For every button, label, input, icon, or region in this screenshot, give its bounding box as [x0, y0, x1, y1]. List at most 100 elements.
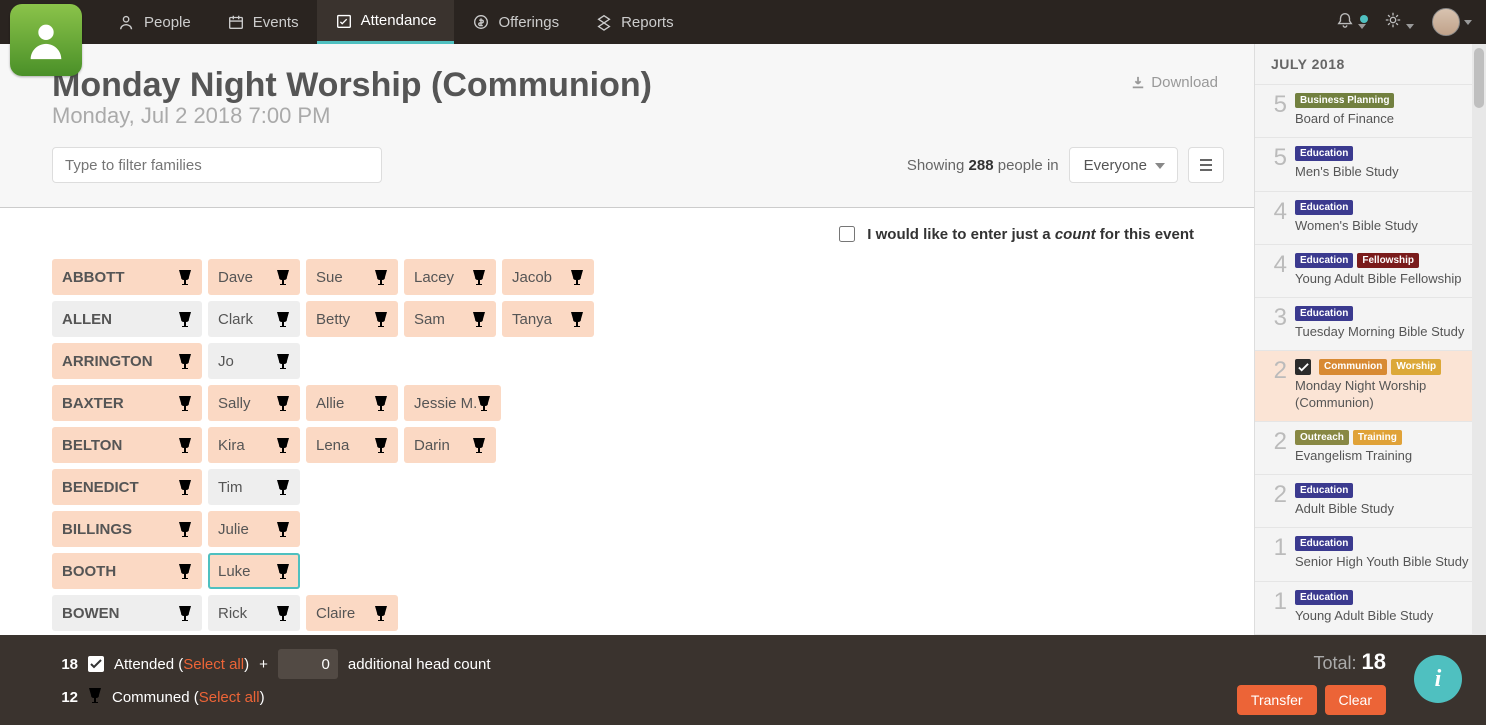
communion-cup-icon[interactable] [374, 437, 388, 453]
person-cell[interactable]: Kira [208, 427, 300, 463]
person-cell[interactable]: Tanya [502, 301, 594, 337]
communion-cup-icon[interactable] [276, 479, 290, 495]
gear-icon[interactable] [1384, 11, 1414, 34]
user-avatar[interactable] [1432, 8, 1472, 36]
family-cell[interactable]: BAXTER [52, 385, 202, 421]
event-title: Monday Night Worship (Communion) [1295, 378, 1476, 411]
person-cell[interactable]: Sally [208, 385, 300, 421]
person-cell[interactable]: Lacey [404, 259, 496, 295]
family-cell[interactable]: BOWEN [52, 595, 202, 631]
download-link[interactable]: Download [1131, 74, 1224, 91]
communion-cup-icon[interactable] [178, 605, 192, 621]
attended-count: 18 [54, 656, 78, 673]
nav-offerings[interactable]: Offerings [454, 0, 577, 44]
info-button[interactable]: i [1414, 655, 1462, 703]
communed-count: 12 [54, 689, 78, 706]
communion-cup-icon[interactable] [178, 395, 192, 411]
communion-cup-icon[interactable] [477, 395, 491, 411]
transfer-button[interactable]: Transfer [1237, 685, 1317, 715]
sidebar-event-item[interactable]: 1EducationSenior High Youth Bible Study [1255, 527, 1486, 580]
person-cell[interactable]: Dave [208, 259, 300, 295]
select-all-attended[interactable]: Select all [183, 656, 244, 673]
communion-cup-icon[interactable] [178, 479, 192, 495]
scope-select[interactable]: Everyone [1069, 147, 1178, 183]
family-cell[interactable]: ABBOTT [52, 259, 202, 295]
sidebar-event-item[interactable]: 4EducationWomen's Bible Study [1255, 191, 1486, 244]
communion-cup-icon[interactable] [374, 269, 388, 285]
sidebar-event-item[interactable]: 2CommunionWorshipMonday Night Worship (C… [1255, 350, 1486, 421]
communion-cup-icon[interactable] [276, 311, 290, 327]
person-cell[interactable]: Jessie M. [404, 385, 501, 421]
sidebar-event-item[interactable]: 5EducationMen's Bible Study [1255, 137, 1486, 190]
communion-cup-icon[interactable] [178, 353, 192, 369]
communion-cup-icon[interactable] [570, 269, 584, 285]
person-cell[interactable]: Lena [306, 427, 398, 463]
filter-families-input[interactable] [52, 147, 382, 183]
count-only-checkbox[interactable] [839, 226, 855, 242]
communion-cup-icon[interactable] [374, 311, 388, 327]
communion-cup-icon[interactable] [178, 437, 192, 453]
person-cell[interactable]: Luke [208, 553, 300, 589]
person-cell[interactable]: Allie [306, 385, 398, 421]
event-day: 2 [1265, 430, 1287, 464]
communion-cup-icon[interactable] [276, 605, 290, 621]
event-day: 2 [1265, 483, 1287, 517]
communion-cup-icon[interactable] [276, 269, 290, 285]
nav-people[interactable]: People [100, 0, 209, 44]
sidebar-event-item[interactable]: 3EducationTuesday Morning Bible Study [1255, 297, 1486, 350]
nav-attendance[interactable]: Attendance [317, 0, 455, 44]
sidebar-event-item[interactable]: 5Business PlanningBoard of Finance [1255, 84, 1486, 137]
person-cell[interactable]: Clark [208, 301, 300, 337]
sidebar-event-item[interactable]: 2EducationAdult Bible Study [1255, 474, 1486, 527]
person-cell[interactable]: Julie [208, 511, 300, 547]
person-cell[interactable]: Sue [306, 259, 398, 295]
notifications-icon[interactable] [1336, 11, 1366, 34]
communion-cup-icon[interactable] [276, 353, 290, 369]
checkmark-icon [1295, 359, 1311, 375]
communion-cup-icon[interactable] [374, 605, 388, 621]
select-all-communed[interactable]: Select all [199, 689, 260, 706]
event-title: Adult Bible Study [1295, 501, 1476, 517]
scrollbar[interactable] [1472, 44, 1486, 725]
communion-cup-icon[interactable] [178, 563, 192, 579]
communion-cup-icon[interactable] [178, 311, 192, 327]
communion-cup-icon[interactable] [276, 521, 290, 537]
family-cell[interactable]: BELTON [52, 427, 202, 463]
communion-cup-icon[interactable] [472, 311, 486, 327]
sidebar-event-item[interactable]: 4EducationFellowshipYoung Adult Bible Fe… [1255, 244, 1486, 297]
communion-cup-icon[interactable] [178, 521, 192, 537]
sidebar-event-item[interactable]: 2OutreachTrainingEvangelism Training [1255, 421, 1486, 474]
event-title: Evangelism Training [1295, 448, 1476, 464]
family-cell[interactable]: ALLEN [52, 301, 202, 337]
person-cell[interactable]: Claire [306, 595, 398, 631]
person-cell[interactable]: Rick [208, 595, 300, 631]
communion-cup-icon[interactable] [276, 437, 290, 453]
family-row: ARRINGTONJo [52, 343, 1224, 379]
app-logo[interactable] [10, 4, 82, 76]
person-cell[interactable]: Tim [208, 469, 300, 505]
head-count-input[interactable] [278, 649, 338, 679]
family-cell[interactable]: BENEDICT [52, 469, 202, 505]
event-day: 3 [1265, 306, 1287, 340]
sidebar-event-item[interactable]: 1EducationYoung Adult Bible Study [1255, 581, 1486, 634]
communion-cup-icon[interactable] [178, 269, 192, 285]
nav-events[interactable]: Events [209, 0, 317, 44]
communion-cup-icon[interactable] [472, 269, 486, 285]
communion-cup-icon[interactable] [472, 437, 486, 453]
person-cell[interactable]: Sam [404, 301, 496, 337]
communion-cup-icon[interactable] [570, 311, 584, 327]
list-options-button[interactable] [1188, 147, 1224, 183]
communion-cup-icon[interactable] [374, 395, 388, 411]
communion-cup-icon[interactable] [276, 395, 290, 411]
clear-button[interactable]: Clear [1325, 685, 1386, 715]
person-cell[interactable]: Jacob [502, 259, 594, 295]
nav-reports[interactable]: Reports [577, 0, 692, 44]
person-cell[interactable]: Jo [208, 343, 300, 379]
person-cell[interactable]: Betty [306, 301, 398, 337]
person-cell[interactable]: Darin [404, 427, 496, 463]
family-cell[interactable]: ARRINGTON [52, 343, 202, 379]
communion-cup-icon[interactable] [276, 563, 290, 579]
family-cell[interactable]: BILLINGS [52, 511, 202, 547]
family-cell[interactable]: BOOTH [52, 553, 202, 589]
communed-label: Communed [112, 689, 190, 706]
